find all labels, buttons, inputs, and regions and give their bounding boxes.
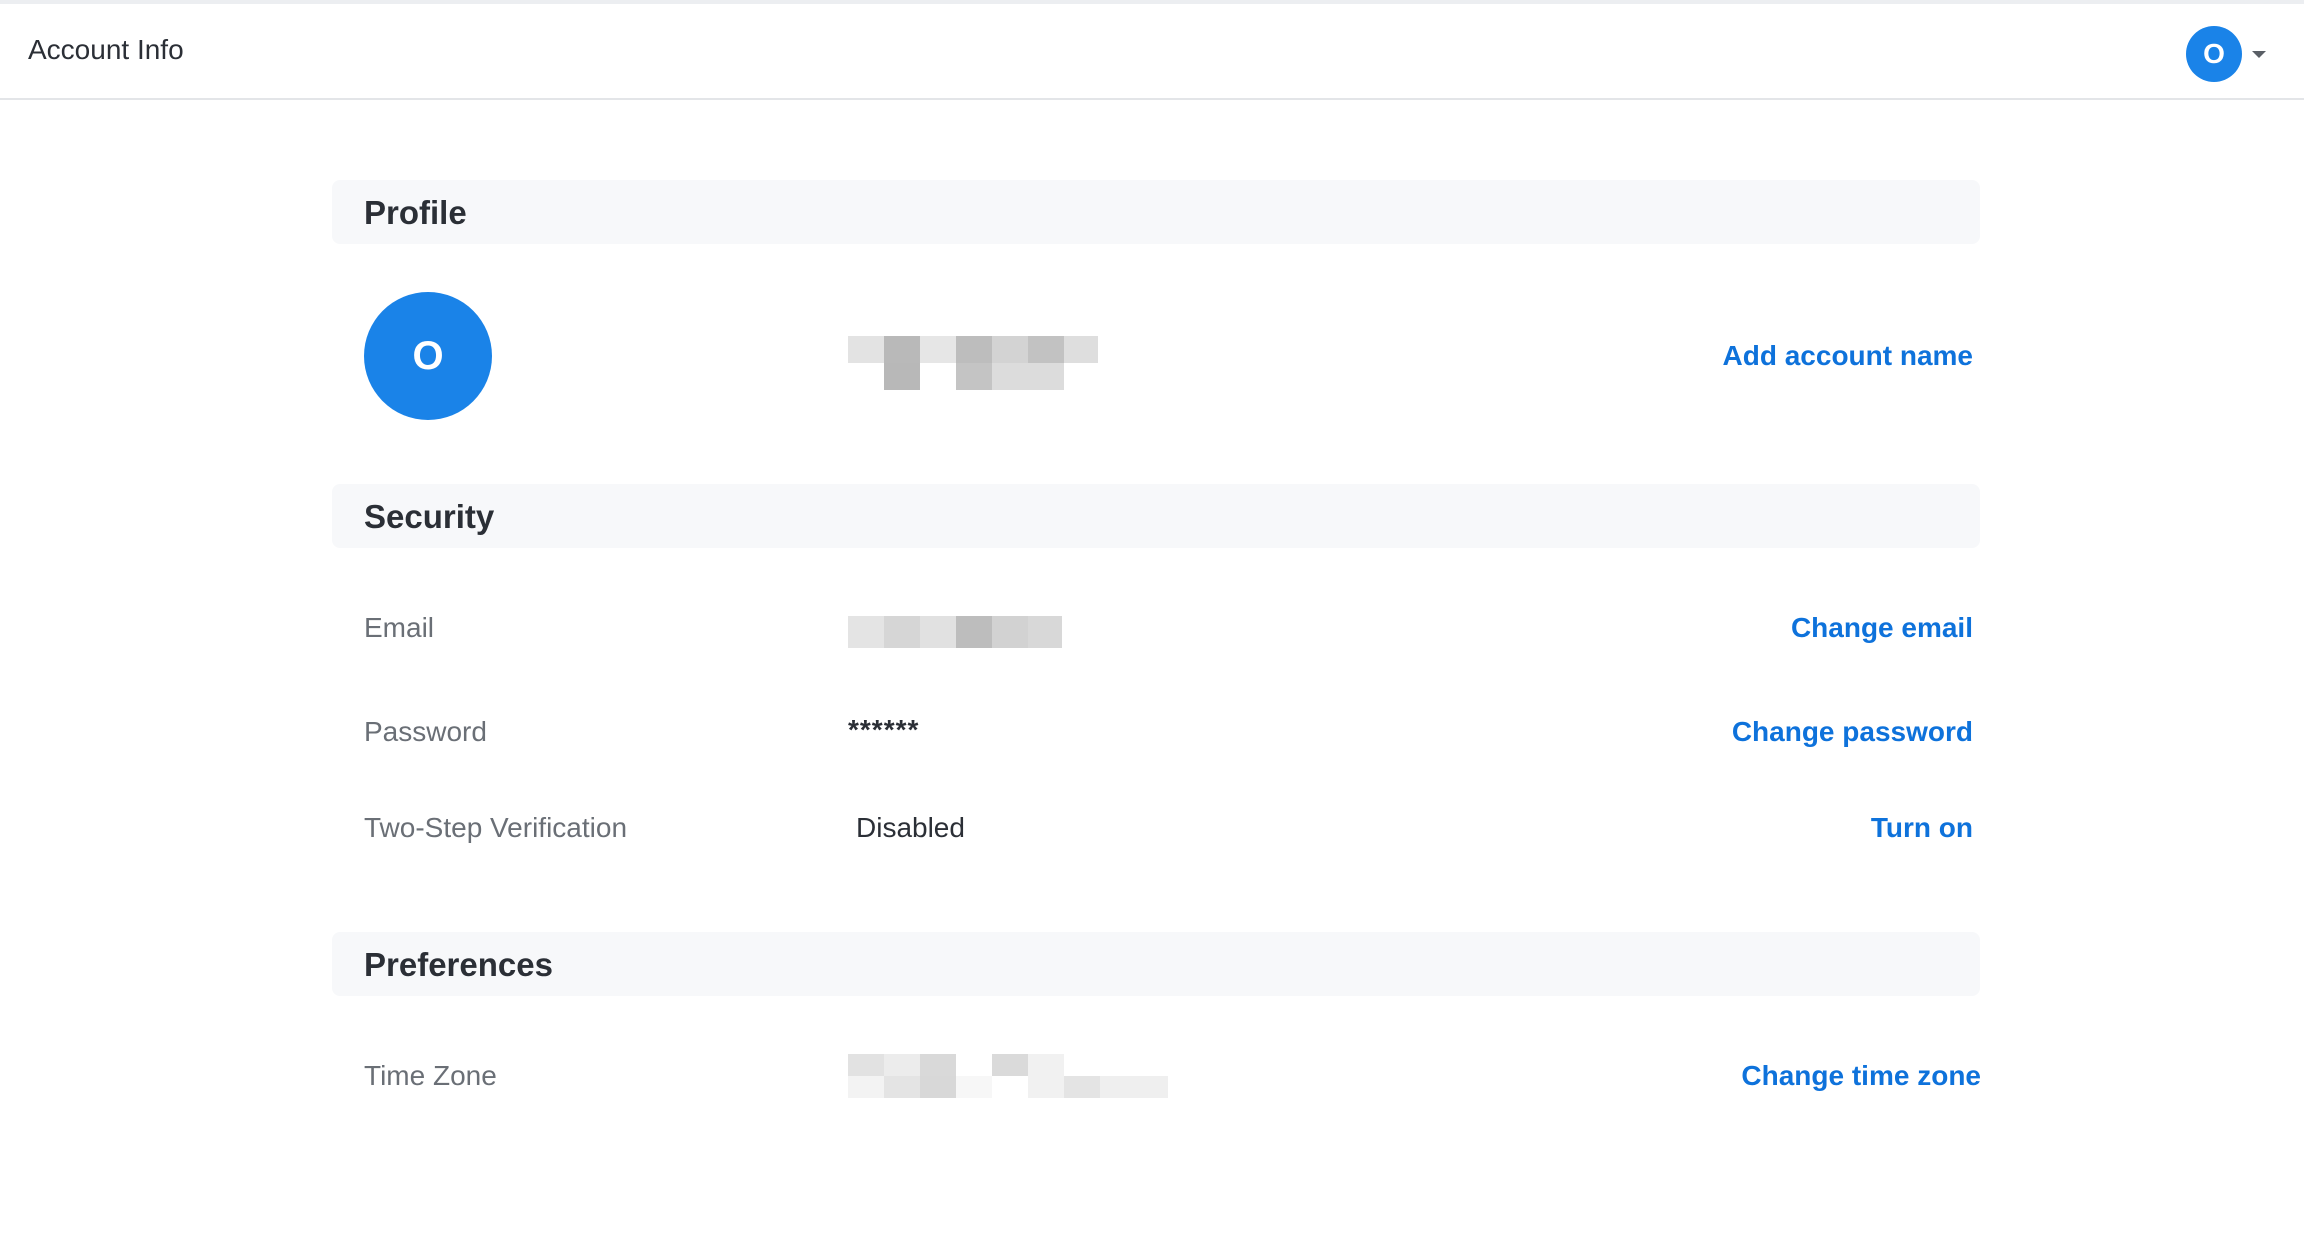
page-title: Account Info — [28, 34, 184, 65]
password-value: ****** — [848, 714, 920, 745]
change-email-link[interactable]: Change email — [1791, 612, 1973, 644]
email-label: Email — [364, 612, 435, 643]
top-bar: Account Info O — [0, 0, 2304, 100]
section-title-security: Security — [364, 498, 495, 535]
change-password-link[interactable]: Change password — [1732, 716, 1973, 748]
profile-avatar: O — [364, 292, 492, 420]
user-menu-button[interactable]: O — [2186, 26, 2266, 82]
preferences-section-header: Preferences — [332, 932, 1980, 996]
two-step-label: Two-Step Verification — [364, 812, 628, 843]
redacted-time-zone — [848, 1054, 1168, 1098]
section-title-preferences: Preferences — [364, 946, 553, 983]
add-account-name-link[interactable]: Add account name — [1723, 340, 1973, 372]
change-time-zone-link[interactable]: Change time zone — [1741, 1060, 1981, 1092]
chevron-down-icon[interactable] — [2252, 51, 2266, 58]
avatar[interactable]: O — [2186, 26, 2242, 82]
security-section-header: Security — [332, 484, 1980, 548]
section-title-profile: Profile — [364, 194, 467, 231]
redacted-email — [848, 616, 1062, 648]
redacted-account-name — [848, 336, 1098, 390]
profile-section-header: Profile — [332, 180, 1980, 244]
turn-on-two-step-link[interactable]: Turn on — [1871, 812, 1973, 844]
time-zone-label: Time Zone — [364, 1060, 497, 1091]
password-label: Password — [364, 716, 487, 747]
two-step-status: Disabled — [856, 812, 965, 843]
